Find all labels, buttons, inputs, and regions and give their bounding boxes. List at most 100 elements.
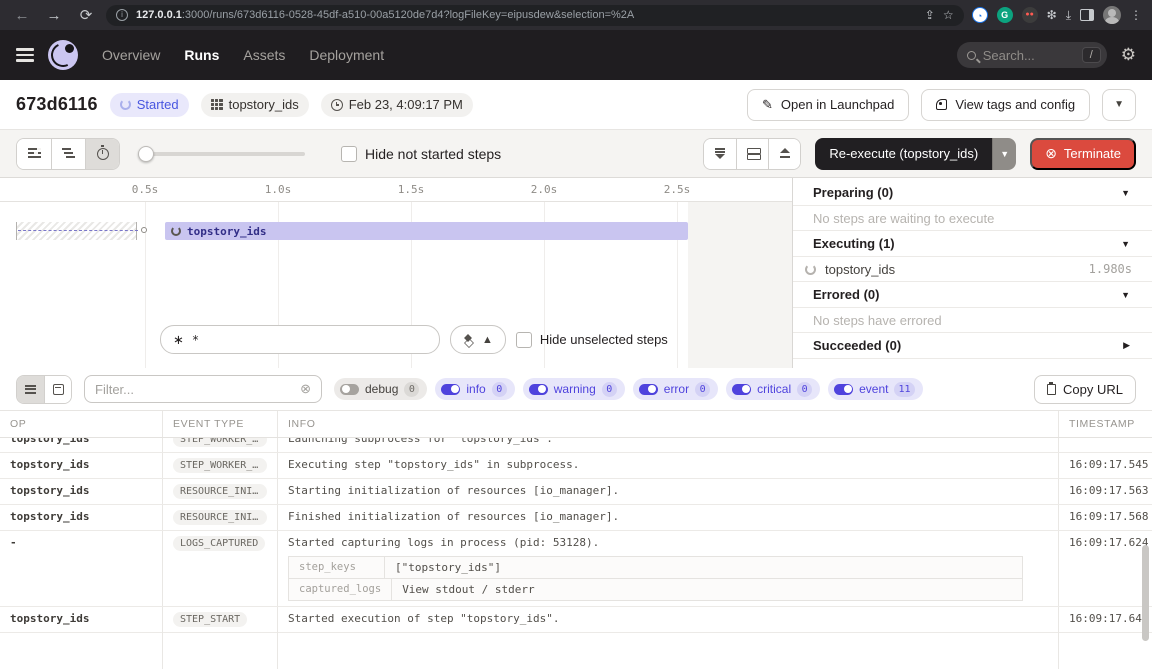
job-tag[interactable]: topstory_ids (201, 93, 309, 117)
view-mode-flat-button[interactable] (17, 139, 51, 169)
log-event-type-cell: LOGS_CAPTURED (162, 531, 277, 606)
gantt-beyond-region (688, 202, 792, 368)
log-view-structured-button[interactable] (44, 376, 71, 403)
hide-unselected-checkbox-row[interactable]: Hide unselected steps (516, 332, 668, 348)
profile-avatar[interactable] (1103, 6, 1121, 24)
toggle-switch-icon (732, 384, 751, 395)
timeline-tick: 2.5s (664, 183, 691, 196)
log-info-cell: Starting initialization of resources [io… (277, 479, 1058, 504)
log-scrollbar[interactable] (1142, 545, 1149, 641)
global-search-input[interactable]: Search... / (957, 42, 1107, 68)
settings-gear-icon[interactable]: ⚙ (1121, 45, 1136, 65)
log-event-type-cell: STEP_WORKER_STARTED (162, 453, 277, 478)
step-selector-input[interactable] (192, 333, 427, 347)
step-status-panel: Preparing (0)▼ No steps are waiting to e… (793, 178, 1152, 368)
share-icon[interactable]: ⇪ (925, 8, 935, 22)
gantt-bar-topstory-ids[interactable]: topstory_ids (165, 222, 688, 240)
hide-not-started-checkbox-row[interactable]: Hide not started steps (341, 146, 501, 162)
gantt-timeline: 0.5s1.0s1.5s2.0s2.5s (0, 178, 792, 202)
section-executing[interactable]: Executing (1)▼ (793, 231, 1152, 257)
spinner-icon (805, 264, 816, 275)
search-shortcut-badge: / (1082, 47, 1101, 63)
level-toggle-debug[interactable]: debug0 (334, 378, 427, 400)
extensions-puzzle-icon[interactable]: ❇ (1047, 8, 1057, 22)
gantt-toolbar: Hide not started steps Re-execute (topst… (0, 130, 1152, 178)
section-preparing[interactable]: Preparing (0)▼ (793, 180, 1152, 206)
log-filter[interactable]: ⊗ (84, 375, 322, 403)
metadata-key: captured_logs (289, 579, 392, 600)
level-toggle-critical[interactable]: critical0 (726, 378, 820, 400)
url-text[interactable]: 127.0.0.1:3000/runs/673d6116-0528-45df-a… (136, 9, 917, 21)
view-tags-config-button[interactable]: View tags and config (921, 89, 1090, 121)
log-info-cell: Started capturing logs in process (pid: … (277, 531, 1058, 606)
reload-icon[interactable]: ⟳ (74, 6, 98, 24)
zoom-slider[interactable] (140, 152, 305, 156)
log-event-type-cell: STEP_WORKER_STARTI… (162, 438, 277, 452)
log-info-cell: Launching subprocess for "topstory_ids". (277, 438, 1058, 452)
log-row[interactable]: topstory_idsSTEP_WORKER_STARTEDExecuting… (0, 453, 1152, 479)
level-toggle-error[interactable]: error0 (633, 378, 718, 400)
terminate-button[interactable]: ⊗ Terminate (1030, 138, 1136, 170)
run-actions-menu-button[interactable]: ▼ (1102, 89, 1136, 121)
log-row[interactable]: topstory_idsSTEP_WORKER_STARTI…Launching… (0, 438, 1152, 453)
log-row[interactable]: topstory_idsRESOURCE_INIT_STAR…Starting … (0, 479, 1152, 505)
metadata-value[interactable]: View stdout / stderr (392, 579, 544, 600)
toggle-switch-icon (441, 384, 460, 395)
clear-filter-icon[interactable]: ⊗ (300, 381, 311, 397)
reexecute-button[interactable]: Re-execute (topstory_ids) (815, 138, 992, 170)
hide-unselected-checkbox[interactable] (516, 332, 532, 348)
downloads-icon[interactable]: ⤓ (1066, 8, 1071, 23)
graph-query-toggle-button[interactable]: ▲ (450, 325, 506, 354)
forward-icon[interactable]: → (42, 7, 66, 24)
level-toggle-event[interactable]: event11 (828, 378, 922, 400)
section-errored[interactable]: Errored (0)▼ (793, 282, 1152, 308)
nav-menu-icon[interactable] (16, 45, 34, 65)
run-body: 0.5s1.0s1.5s2.0s2.5s topstory_ids ∗ ▲ Hi… (0, 178, 1152, 368)
level-toggle-warning[interactable]: warning0 (523, 378, 625, 400)
executing-step-row[interactable]: topstory_ids 1.980s (793, 257, 1152, 282)
reexecute-split-button[interactable]: Re-execute (topstory_ids) ▼ (815, 138, 1016, 170)
extension-clock-icon[interactable]: ◔ (972, 7, 988, 23)
extension-red-icon[interactable]: ●● (1022, 7, 1038, 23)
log-info-text: Launching subprocess for "topstory_ids". (288, 438, 1048, 445)
side-panel-icon[interactable] (1080, 9, 1094, 21)
section-succeeded[interactable]: Succeeded (0)▶ (793, 333, 1152, 359)
log-row[interactable]: -LOGS_CAPTUREDStarted capturing logs in … (0, 531, 1152, 607)
menu-dots-icon[interactable]: ⋮ (1130, 8, 1142, 22)
open-launchpad-button[interactable]: ✎ Open in Launchpad (747, 89, 909, 121)
log-filter-input[interactable] (95, 382, 292, 397)
view-mode-timed-button[interactable] (85, 139, 119, 169)
collapse-all-button[interactable] (704, 139, 736, 169)
extension-grammarly-icon[interactable]: G (997, 7, 1013, 23)
step-selector[interactable]: ∗ (160, 325, 440, 354)
nav-item-deployment[interactable]: Deployment (309, 47, 384, 63)
level-toggle-info[interactable]: info0 (435, 378, 514, 400)
caret-down-icon: ▼ (1121, 290, 1130, 300)
log-info-text: Started capturing logs in process (pid: … (288, 536, 1048, 549)
site-info-icon[interactable]: i (116, 9, 128, 21)
col-header-timestamp: TIMESTAMP (1058, 411, 1152, 437)
log-view-list-button[interactable] (17, 376, 44, 403)
nav-item-assets[interactable]: Assets (243, 47, 285, 63)
log-info-text: Executing step "topstory_ids" in subproc… (288, 458, 1048, 471)
tag-icon (936, 99, 947, 110)
nav-item-overview[interactable]: Overview (102, 47, 160, 63)
back-icon[interactable]: ← (10, 7, 34, 24)
level-label: event (859, 382, 888, 396)
hide-not-started-checkbox[interactable] (341, 146, 357, 162)
toggle-switch-icon (639, 384, 658, 395)
dagster-logo[interactable] (48, 40, 78, 70)
expand-rows-button[interactable] (736, 139, 768, 169)
log-rows: topstory_idsSTEP_WORKER_STARTI…Launching… (0, 438, 1152, 633)
copy-url-button[interactable]: Copy URL (1034, 375, 1136, 404)
bookmark-star-icon[interactable]: ☆ (943, 8, 954, 22)
view-mode-waterfall-button[interactable] (51, 139, 85, 169)
log-row[interactable]: topstory_idsRESOURCE_INIT_SUCC…Finished … (0, 505, 1152, 531)
nav-item-runs[interactable]: Runs (184, 47, 219, 63)
toggle-switch-icon (834, 384, 853, 395)
collapse-down-icon (714, 148, 726, 159)
zoom-slider-handle[interactable] (138, 146, 154, 162)
url-bar[interactable]: i 127.0.0.1:3000/runs/673d6116-0528-45df… (106, 5, 964, 26)
reexecute-dropdown-button[interactable]: ▼ (992, 138, 1016, 170)
expand-all-button[interactable] (768, 139, 800, 169)
